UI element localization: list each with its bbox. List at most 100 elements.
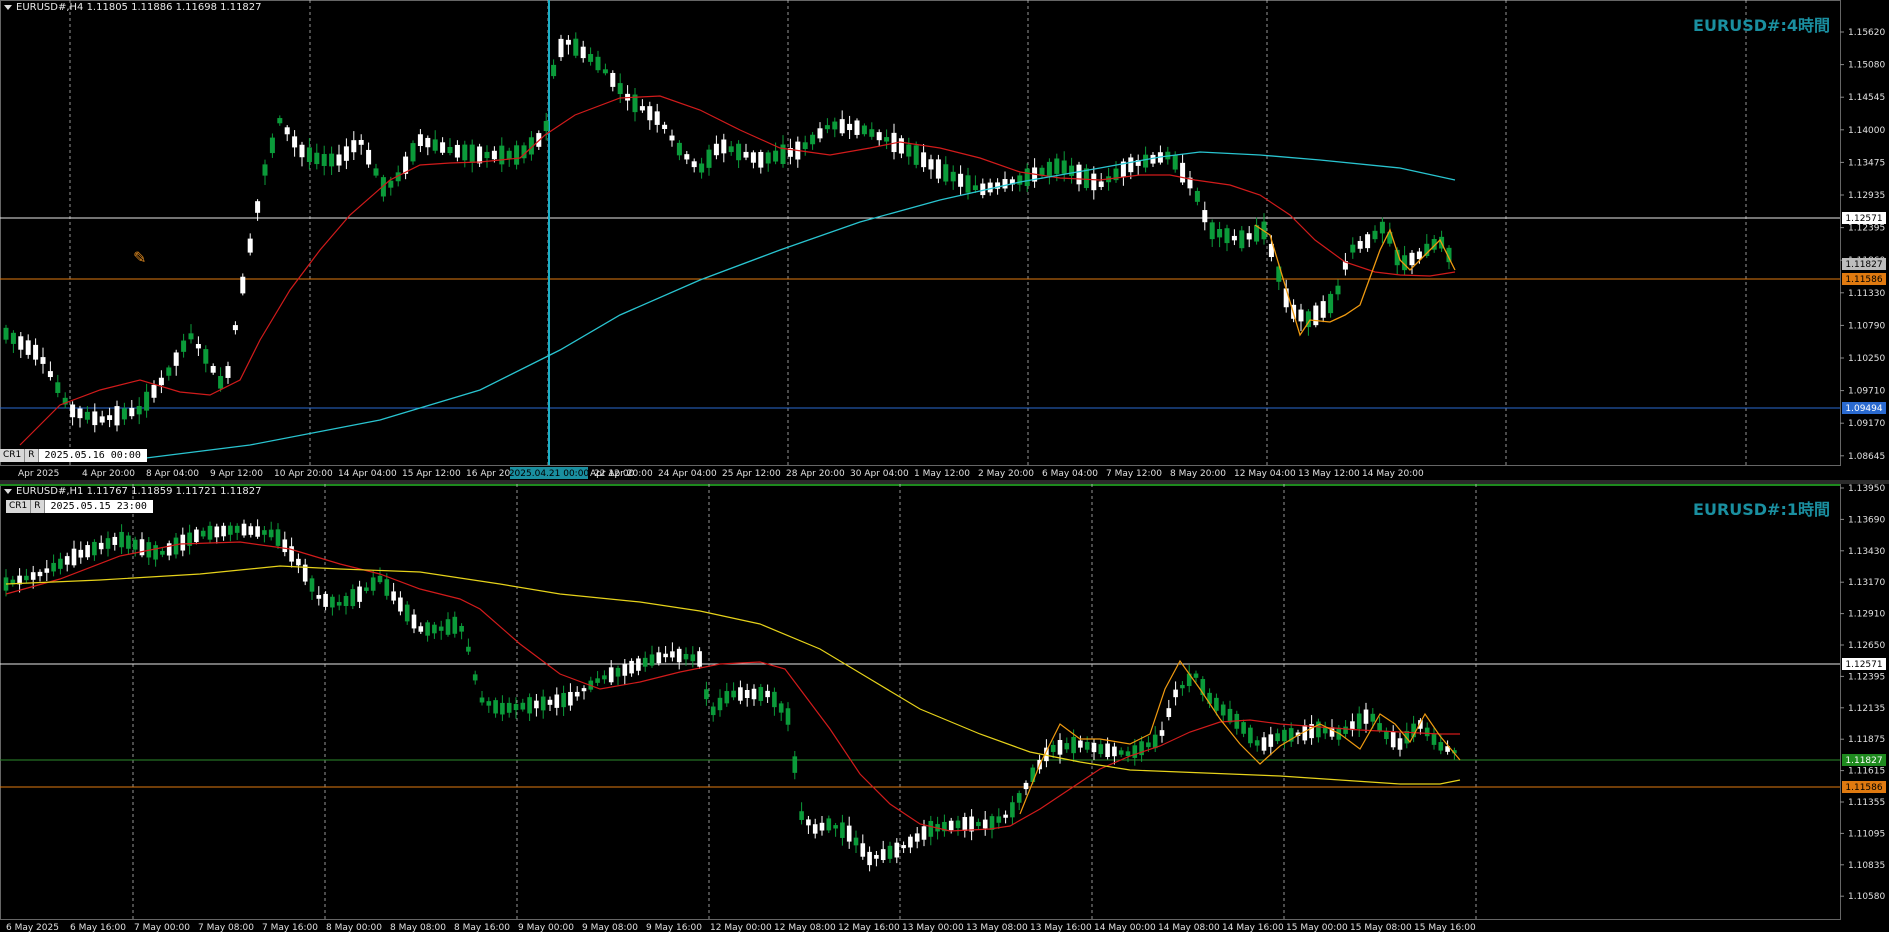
h1-candle-body [139,539,145,556]
h1-candle-body [602,675,607,680]
h1-candle-body [1261,737,1267,751]
h4-price-label: 1.15080 [1848,61,1885,71]
h4-candle-body [1172,155,1178,170]
h1-candle-body [1438,742,1444,751]
h1-candle-body [1118,750,1124,755]
h1-price-label: 1.12135 [1848,704,1885,714]
h1-candle-body [656,652,662,664]
h4-chart-pane[interactable]: 1.15620 1.15080 1.14545 1.14000 1.13475 1.129… [0,0,1889,480]
h4-price-label: 1.10250 [1848,354,1885,364]
h1-time-label: 7 May 00:00 [134,923,190,932]
h1-candle-body [500,702,505,715]
h1-candle-body [1023,782,1029,790]
drawing-tool-icon[interactable]: ✎ [133,248,146,267]
h4-candle-body [1202,210,1208,223]
h4-candle-body [351,140,357,153]
h4-candle-body [972,185,978,191]
collapse-triangle-icon[interactable] [4,488,12,494]
h4-candle-body [691,161,697,168]
h4-price-label: 1.11330 [1848,289,1885,299]
h4-candle-body [262,164,268,176]
h4-candle-body [913,145,919,165]
h1-candle-body [860,843,866,857]
h4-candle-body [255,201,261,213]
h4-time-label: 14 Apr 04:00 [338,469,397,479]
h4-candle-body [121,408,127,420]
h4-candle-body [47,371,53,378]
h4-candle-body [499,145,505,165]
h1-ma-red-line [5,541,1460,832]
r-button[interactable]: R [25,449,39,462]
h1-candle-body [228,525,233,535]
h4-candle-body [25,340,31,355]
h1-ma-yellow-line [5,565,1461,785]
h1-candle-body [785,708,791,725]
h1-candle-body [846,825,852,842]
h1-chart-pane[interactable]: 1.13950 1.13690 1.13430 1.13170 1.12910 1.126… [0,484,1889,932]
h1-candle-body [1112,746,1117,757]
h4-price-label: 1.08645 [1848,452,1885,462]
r-button[interactable]: R [31,500,45,513]
h1-time-label: 14 May 08:00 [1158,923,1220,932]
h4-candle-body [684,154,690,160]
h1-candle-body [153,545,158,560]
h4-candle-body [55,382,61,393]
h1-candle-body [908,836,913,848]
h1-candle-body [1343,726,1348,734]
h1-watermark: EURUSD#:1時間 [1693,500,1830,519]
h1-candle-body [1268,734,1274,747]
h1-price-label: 1.13950 [1848,484,1885,494]
h4-candle-body [1128,157,1134,173]
h4-candle-body [565,39,571,45]
h1-candle-body [1125,751,1131,757]
h4-candle-body [454,144,460,158]
h4-candle-body [1217,228,1223,238]
h4-candle-body [484,151,490,159]
h4-candle-body [610,72,616,87]
h4-candle-body [343,146,349,161]
h1-candle-body [1105,743,1110,758]
cr1-button[interactable]: CR1 [0,449,26,462]
h1-price-label: 1.11095 [1848,829,1885,839]
h1-candle-body [173,537,179,555]
h1-candle-body [71,548,77,566]
h1-price-label: 1.12910 [1848,610,1885,620]
h4-tag-current: 1.11827 [1845,260,1882,270]
h1-candle-body [493,700,498,714]
h4-candle-body [10,332,16,344]
h1-candle-body [710,706,716,716]
h1-candle-body [1010,802,1015,818]
h1-header-text: EURUSD#,H1 1.11767 1.11859 1.11721 1.118… [16,486,262,497]
h1-candle-body [1207,692,1212,704]
h1-candle-body [520,702,526,710]
collapse-triangle-icon[interactable] [4,4,12,10]
h4-candle-body [1372,230,1378,240]
h4-candle-body [824,125,830,130]
h4-time-label: Apr 2025 [18,469,59,479]
h4-candle-body [980,183,986,196]
h4-candle-body [743,151,749,158]
h4-time-label: Apr 12:00 [590,469,635,479]
h4-candle-body [639,106,645,111]
h4-candle-body [1069,165,1075,176]
h1-price-label: 1.13170 [1848,578,1885,588]
h1-chart-canvas[interactable]: 1.13950 1.13690 1.13430 1.13170 1.12910 1.126… [0,484,1889,932]
h4-candle-body [1143,154,1149,168]
h1-candle-body [663,653,668,658]
h4-candle-body [195,344,201,349]
h4-candle-body [432,139,438,151]
h4-price-label: 1.10790 [1848,321,1885,331]
h4-candle-body [588,54,594,62]
cr1-button[interactable]: CR1 [6,500,32,513]
h4-candle-body [107,415,113,420]
h1-time-label: 12 May 16:00 [838,923,900,932]
h4-zigzag-line [1254,224,1456,337]
h1-candle-body [1254,740,1260,746]
h4-candle-body [706,149,712,168]
h1-candle-body [30,572,36,580]
h1-candle-body [778,703,784,713]
h1-candle-body [833,825,838,829]
h4-candle-body [602,69,608,74]
h1-candle-body [180,534,186,551]
h4-chart-canvas[interactable]: 1.15620 1.15080 1.14545 1.14000 1.13475 1.129… [0,0,1889,480]
